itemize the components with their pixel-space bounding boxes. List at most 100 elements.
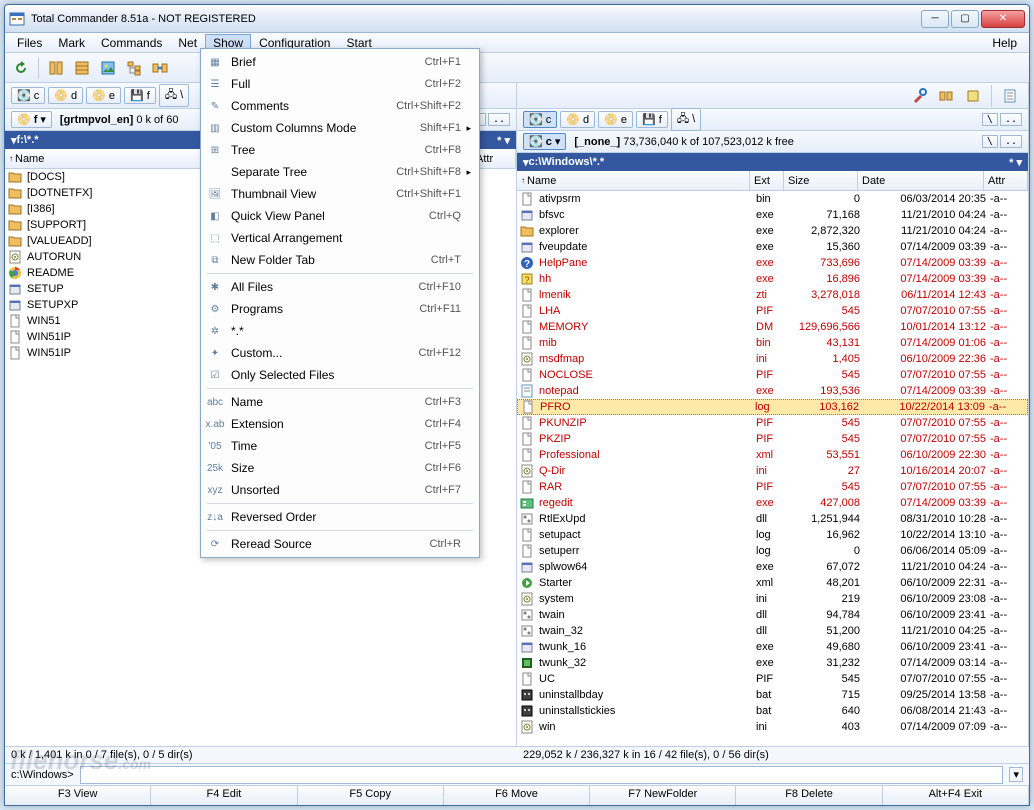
file-row[interactable]: regeditexe427,00807/14/2009 03:39-a--	[517, 495, 1028, 511]
fkey-button[interactable]: F3 View	[5, 786, 151, 805]
drive-d-button[interactable]: 📀 d	[48, 87, 83, 104]
drive-f-button[interactable]: 💾 f	[636, 111, 668, 128]
file-row[interactable]: setupactlog16,96210/22/2014 13:10-a--	[517, 527, 1028, 543]
right-drive-button[interactable]: 💽 c ▾	[523, 133, 566, 150]
right-root-button[interactable]: \	[982, 113, 998, 126]
file-row[interactable]: LHAPIF54507/07/2010 07:55-a--	[517, 303, 1028, 319]
network-button[interactable]: 🖧 \	[159, 84, 189, 107]
right-dirhead[interactable]: ▾ c:\Windows\*.** ▾	[517, 153, 1028, 171]
fkey-button[interactable]: F6 Move	[444, 786, 590, 805]
file-row[interactable]: explorerexe2,872,32011/21/2010 04:24-a--	[517, 223, 1028, 239]
file-row[interactable]: uninstallbdaybat71509/25/2014 13:58-a--	[517, 687, 1028, 703]
refresh-icon[interactable]	[9, 56, 33, 80]
file-row[interactable]: msdfmapini1,40506/10/2009 22:36-a--	[517, 351, 1028, 367]
file-row[interactable]: winini40307/14/2009 07:09-a--	[517, 719, 1028, 735]
menu-item--[interactable]: ✲*.*	[203, 320, 477, 342]
tool-icon-2[interactable]	[934, 84, 958, 108]
file-row[interactable]: NOCLOSEPIF54507/07/2010 07:55-a--	[517, 367, 1028, 383]
cmd-dropdown-icon[interactable]: ▾	[1009, 767, 1023, 782]
network-button[interactable]: 🖧 \	[671, 108, 701, 131]
menu-item-quick-view-panel[interactable]: ◧Quick View PanelCtrl+Q	[203, 205, 477, 227]
right-file-list[interactable]: ativpsrmbin006/03/2014 20:35-a--bfsvcexe…	[517, 191, 1028, 746]
right-root-button-2[interactable]: \	[982, 135, 998, 148]
menu-item-vertical-arrangement[interactable]: ⬚Vertical Arrangement	[203, 227, 477, 249]
file-row[interactable]: RtlExUpddll1,251,94408/31/2010 10:28-a--	[517, 511, 1028, 527]
right-list-header[interactable]: ↑Name Ext Size Date Attr	[517, 171, 1028, 191]
left-drive-button[interactable]: 📀 f ▾	[11, 111, 52, 128]
file-row[interactable]: ativpsrmbin006/03/2014 20:35-a--	[517, 191, 1028, 207]
menu-item-full[interactable]: ☰FullCtrl+F2	[203, 73, 477, 95]
file-row[interactable]: MEMORYDM129,696,56610/01/2014 13:12-a--	[517, 319, 1028, 335]
drive-d-button[interactable]: 📀 d	[560, 111, 595, 128]
file-row[interactable]: ?HelpPaneexe733,69607/14/2009 03:39-a--	[517, 255, 1028, 271]
file-row[interactable]: splwow64exe67,07211/21/2010 04:24-a--	[517, 559, 1028, 575]
file-row[interactable]: UCPIF54507/07/2010 07:55-a--	[517, 671, 1028, 687]
fkey-button[interactable]: F8 Delete	[736, 786, 882, 805]
file-row[interactable]: twunk_16exe49,68006/10/2009 23:41-a--	[517, 639, 1028, 655]
drive-f-button[interactable]: 💾 f	[124, 87, 156, 104]
menu-files[interactable]: Files	[9, 34, 50, 52]
menu-item-extension[interactable]: x.abExtensionCtrl+F4	[203, 413, 477, 435]
file-row[interactable]: Starterxml48,20106/10/2009 22:31-a--	[517, 575, 1028, 591]
notepad-icon[interactable]	[998, 84, 1022, 108]
menu-item-tree[interactable]: ⊞TreeCtrl+F8	[203, 139, 477, 161]
file-row[interactable]: mibbin43,13107/14/2009 01:06-a--	[517, 335, 1028, 351]
tool-icon-3[interactable]	[961, 84, 985, 108]
menu-help[interactable]: Help	[984, 34, 1025, 52]
file-row[interactable]: twunk_32exe31,23207/14/2009 03:14-a--	[517, 655, 1028, 671]
file-row[interactable]: notepadexe193,53607/14/2009 03:39-a--	[517, 383, 1028, 399]
menu-mark[interactable]: Mark	[50, 34, 93, 52]
file-row[interactable]: lmenikzti3,278,01806/11/2014 12:43-a--	[517, 287, 1028, 303]
drive-c-button[interactable]: 💽 c	[11, 87, 45, 104]
tool-icon[interactable]	[907, 84, 931, 108]
file-row[interactable]: twaindll94,78406/10/2009 23:41-a--	[517, 607, 1028, 623]
menu-item-comments[interactable]: ✎CommentsCtrl+Shift+F2	[203, 95, 477, 117]
file-row[interactable]: RARPIF54507/07/2010 07:55-a--	[517, 479, 1028, 495]
file-row[interactable]: fveupdateexe15,36007/14/2009 03:39-a--	[517, 239, 1028, 255]
file-row[interactable]: setuperrlog006/06/2014 05:09-a--	[517, 543, 1028, 559]
menu-item-name[interactable]: abcNameCtrl+F3	[203, 391, 477, 413]
menu-item-new-folder-tab[interactable]: ⧉New Folder TabCtrl+T	[203, 249, 477, 271]
view-thumb-icon[interactable]	[96, 56, 120, 80]
view-full-icon[interactable]	[70, 56, 94, 80]
file-row[interactable]: PKUNZIPPIF54507/07/2010 07:55-a--	[517, 415, 1028, 431]
file-row[interactable]: Professionalxml53,55106/10/2009 22:30-a-…	[517, 447, 1028, 463]
menu-item-time[interactable]: '05TimeCtrl+F5	[203, 435, 477, 457]
menu-item-size[interactable]: 25kSizeCtrl+F6	[203, 457, 477, 479]
view-tree-icon[interactable]	[122, 56, 146, 80]
menu-item-reversed-order[interactable]: z↓aReversed Order	[203, 506, 477, 528]
menu-item-only-selected-files[interactable]: ☑Only Selected Files	[203, 364, 477, 386]
close-button[interactable]: ✕	[981, 10, 1025, 28]
file-row[interactable]: ?hhexe16,89607/14/2009 03:39-a--	[517, 271, 1028, 287]
menu-commands[interactable]: Commands	[93, 34, 170, 52]
file-row[interactable]: bfsvcexe71,16811/21/2010 04:24-a--	[517, 207, 1028, 223]
menu-item-thumbnail-view[interactable]: 🖼Thumbnail ViewCtrl+Shift+F1	[203, 183, 477, 205]
fkey-button[interactable]: F7 NewFolder	[590, 786, 736, 805]
menu-item-custom-columns-mode[interactable]: ▥Custom Columns ModeShift+F1▸	[203, 117, 477, 139]
menu-item-all-files[interactable]: ✱All FilesCtrl+F10	[203, 276, 477, 298]
fkey-button[interactable]: Alt+F4 Exit	[883, 786, 1029, 805]
menu-item-reread-source[interactable]: ⟳Reread SourceCtrl+R	[203, 533, 477, 555]
drive-e-button[interactable]: 📀 e	[86, 87, 121, 104]
menu-item-separate-tree[interactable]: Separate TreeCtrl+Shift+F8▸	[203, 161, 477, 183]
menu-item-unsorted[interactable]: xyzUnsortedCtrl+F7	[203, 479, 477, 501]
menu-item-custom-[interactable]: ✦Custom...Ctrl+F12	[203, 342, 477, 364]
fkey-button[interactable]: F4 Edit	[151, 786, 297, 805]
view-brief-icon[interactable]	[44, 56, 68, 80]
minimize-button[interactable]: ─	[921, 10, 949, 28]
fkey-button[interactable]: F5 Copy	[298, 786, 444, 805]
right-up-button-2[interactable]: ..	[1000, 135, 1022, 148]
swap-panels-icon[interactable]	[148, 56, 172, 80]
right-up-button[interactable]: ..	[1000, 113, 1022, 126]
menu-item-brief[interactable]: ▦BriefCtrl+F1	[203, 51, 477, 73]
maximize-button[interactable]: ▢	[951, 10, 979, 28]
file-row[interactable]: uninstallstickiesbat64006/08/2014 21:43-…	[517, 703, 1028, 719]
file-row[interactable]: systemini21906/10/2009 23:08-a--	[517, 591, 1028, 607]
left-up-button[interactable]: ..	[488, 113, 510, 126]
drive-e-button[interactable]: 📀 e	[598, 111, 633, 128]
cmd-input[interactable]	[80, 766, 1004, 784]
file-row[interactable]: PFROlog103,16210/22/2014 13:09-a--	[517, 399, 1028, 415]
file-row[interactable]: twain_32dll51,20011/21/2010 04:25-a--	[517, 623, 1028, 639]
file-row[interactable]: PKZIPPIF54507/07/2010 07:55-a--	[517, 431, 1028, 447]
menu-item-programs[interactable]: ⚙ProgramsCtrl+F11	[203, 298, 477, 320]
